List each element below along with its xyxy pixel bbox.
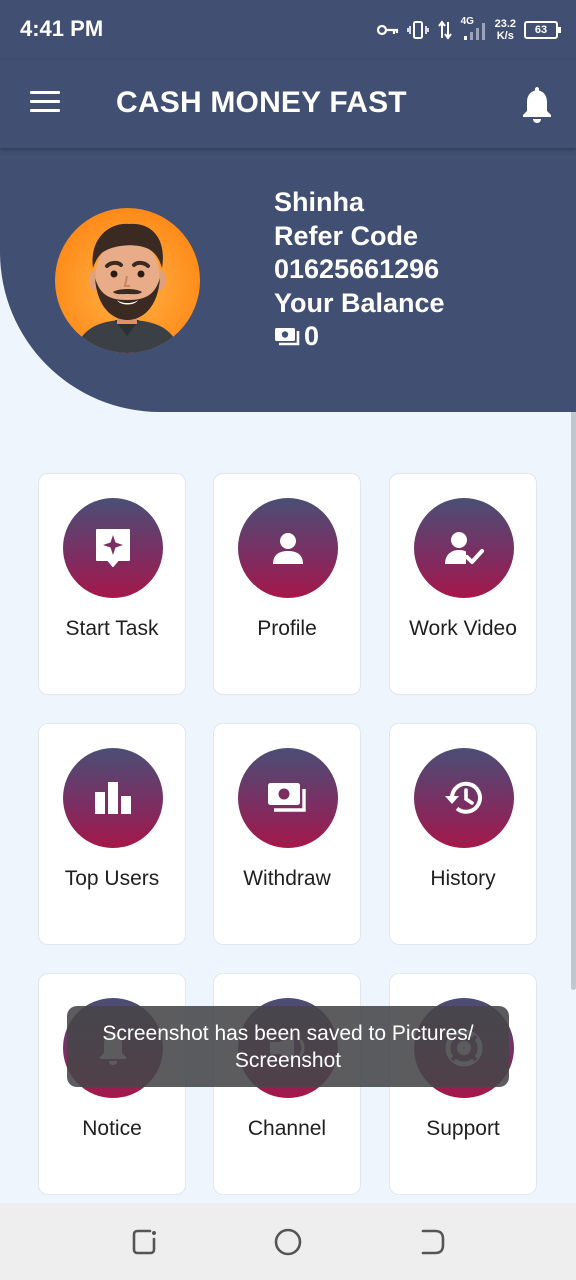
tile-withdraw[interactable]: Withdraw — [213, 723, 361, 945]
home-button[interactable] — [273, 1227, 303, 1257]
vibrate-icon — [406, 21, 429, 39]
tile-icon-circle — [414, 498, 514, 598]
tile-history[interactable]: History — [389, 723, 537, 945]
person-icon — [273, 533, 303, 564]
net-speed: 23.2 K/s — [494, 18, 516, 42]
tile-icon-circle — [63, 498, 163, 598]
tile-top-users[interactable]: Top Users — [38, 723, 186, 945]
battery-icon: 63 — [524, 21, 561, 39]
status-icons: 4G 23.2 K/s 63 — [376, 14, 561, 46]
tile-label: Channel — [247, 1117, 327, 1140]
tile-label: Profile — [257, 617, 317, 640]
screenshot-toast: Screenshot has been saved to Pictures/ S… — [67, 1006, 509, 1087]
tile-label: Work Video — [409, 617, 517, 640]
money-icon — [275, 327, 300, 346]
history-icon — [445, 781, 482, 814]
tile-icon-circle — [63, 748, 163, 848]
sparkle-chat-icon — [96, 529, 130, 567]
bell-icon — [523, 87, 551, 123]
menu-button[interactable] — [26, 86, 64, 122]
bar-chart-icon — [95, 782, 131, 814]
tile-icon-circle — [414, 748, 514, 848]
balance-value: 0 — [304, 321, 320, 351]
tile-icon-circle — [238, 498, 338, 598]
key-icon — [376, 24, 398, 36]
money-icon — [268, 783, 306, 812]
app-bar: CASH MONEY FAST — [0, 60, 576, 148]
balance-row: 0 — [274, 320, 445, 354]
person-check-icon — [445, 532, 484, 564]
signal-icon: 4G — [461, 16, 487, 41]
balance-label: Your Balance — [274, 287, 445, 318]
user-info: Shinha Refer Code 01625661296 Your Balan… — [274, 186, 445, 354]
refer-code-value: 01625661296 — [274, 254, 440, 284]
tile-start-task[interactable]: Start Task — [38, 473, 186, 695]
tile-label: Support — [426, 1117, 500, 1140]
home-icon — [274, 1228, 302, 1256]
data-arrows-icon — [437, 20, 452, 40]
refer-code-label: Refer Code — [274, 220, 419, 251]
tile-label: Start Task — [65, 617, 159, 640]
tile-profile[interactable]: Profile — [213, 473, 361, 695]
back-icon — [421, 1229, 445, 1255]
back-button[interactable] — [417, 1227, 447, 1257]
tile-label: Top Users — [64, 867, 160, 890]
status-time: 4:41 PM — [20, 16, 104, 41]
notification-bell-button[interactable] — [520, 84, 554, 124]
tile-label: History — [430, 867, 496, 890]
status-bar: 4:41 PM 4G 23.2 K/s 63 — [0, 0, 576, 60]
tile-label: Notice — [82, 1117, 142, 1140]
tile-icon-circle — [238, 748, 338, 848]
recents-icon — [132, 1229, 156, 1255]
tile-work-video[interactable]: Work Video — [389, 473, 537, 695]
app-title: CASH MONEY FAST — [116, 86, 407, 119]
user-name: Shinha — [274, 187, 365, 217]
avatar — [55, 208, 200, 353]
system-nav-bar — [0, 1203, 576, 1280]
scrollbar[interactable] — [571, 410, 576, 990]
tile-label: Withdraw — [243, 867, 331, 890]
recents-button[interactable] — [130, 1227, 160, 1257]
profile-header-card: Shinha Refer Code 01625661296 Your Balan… — [0, 148, 576, 412]
